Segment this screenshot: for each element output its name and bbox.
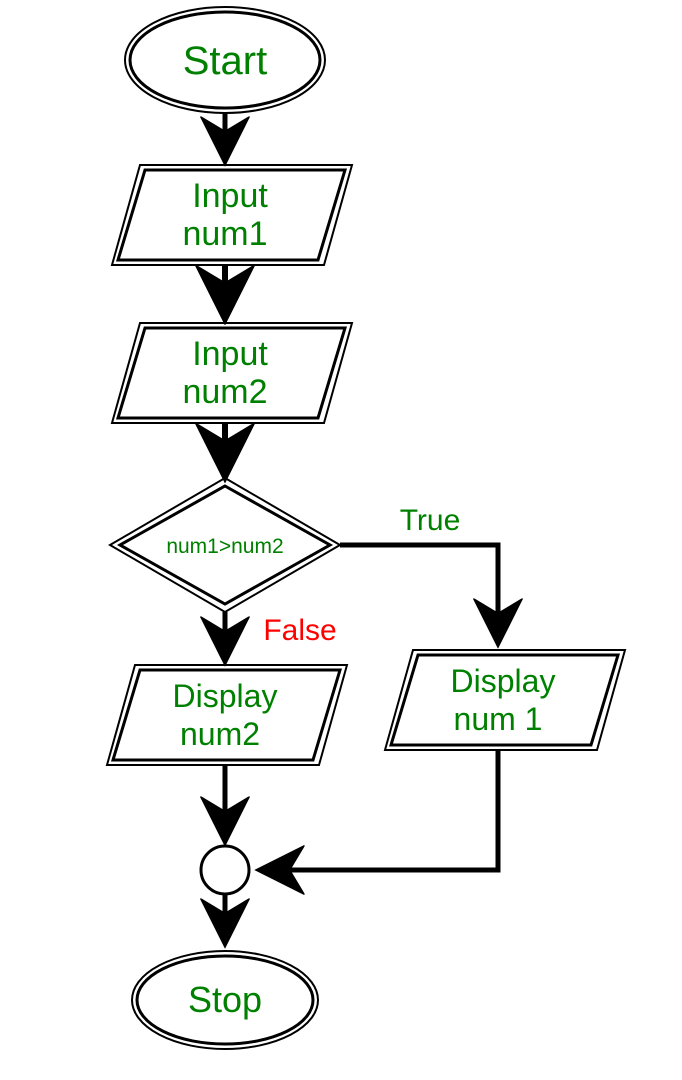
start-label: Start [183, 39, 267, 83]
input1-label-line1: Input [192, 177, 268, 215]
decision-node: num1>num2 [110, 478, 340, 612]
edge-true-label: True [400, 504, 461, 537]
display-false-node: Display num2 [107, 665, 347, 765]
display-false-line2: num2 [180, 716, 260, 752]
display-true-node: Display num 1 [385, 650, 625, 750]
edge-displaytrue-connector [263, 750, 498, 870]
decision-label: num1>num2 [166, 535, 283, 558]
stop-label: Stop [188, 979, 262, 1020]
input2-label-line1: Input [192, 335, 268, 373]
input2-label-line2: num2 [182, 373, 267, 411]
display-false-line1: Display [173, 678, 278, 714]
edge-true [340, 545, 498, 640]
start-node: Start [125, 7, 325, 113]
stop-node: Stop [132, 951, 318, 1049]
edge-false-label: False [263, 614, 336, 647]
connector-node [201, 846, 249, 894]
input1-label-line2: num1 [182, 215, 267, 253]
input1-node: Input num1 [112, 165, 352, 265]
input2-node: Input num2 [112, 323, 352, 423]
display-true-line2: num 1 [454, 701, 543, 737]
display-true-line1: Display [451, 663, 556, 699]
